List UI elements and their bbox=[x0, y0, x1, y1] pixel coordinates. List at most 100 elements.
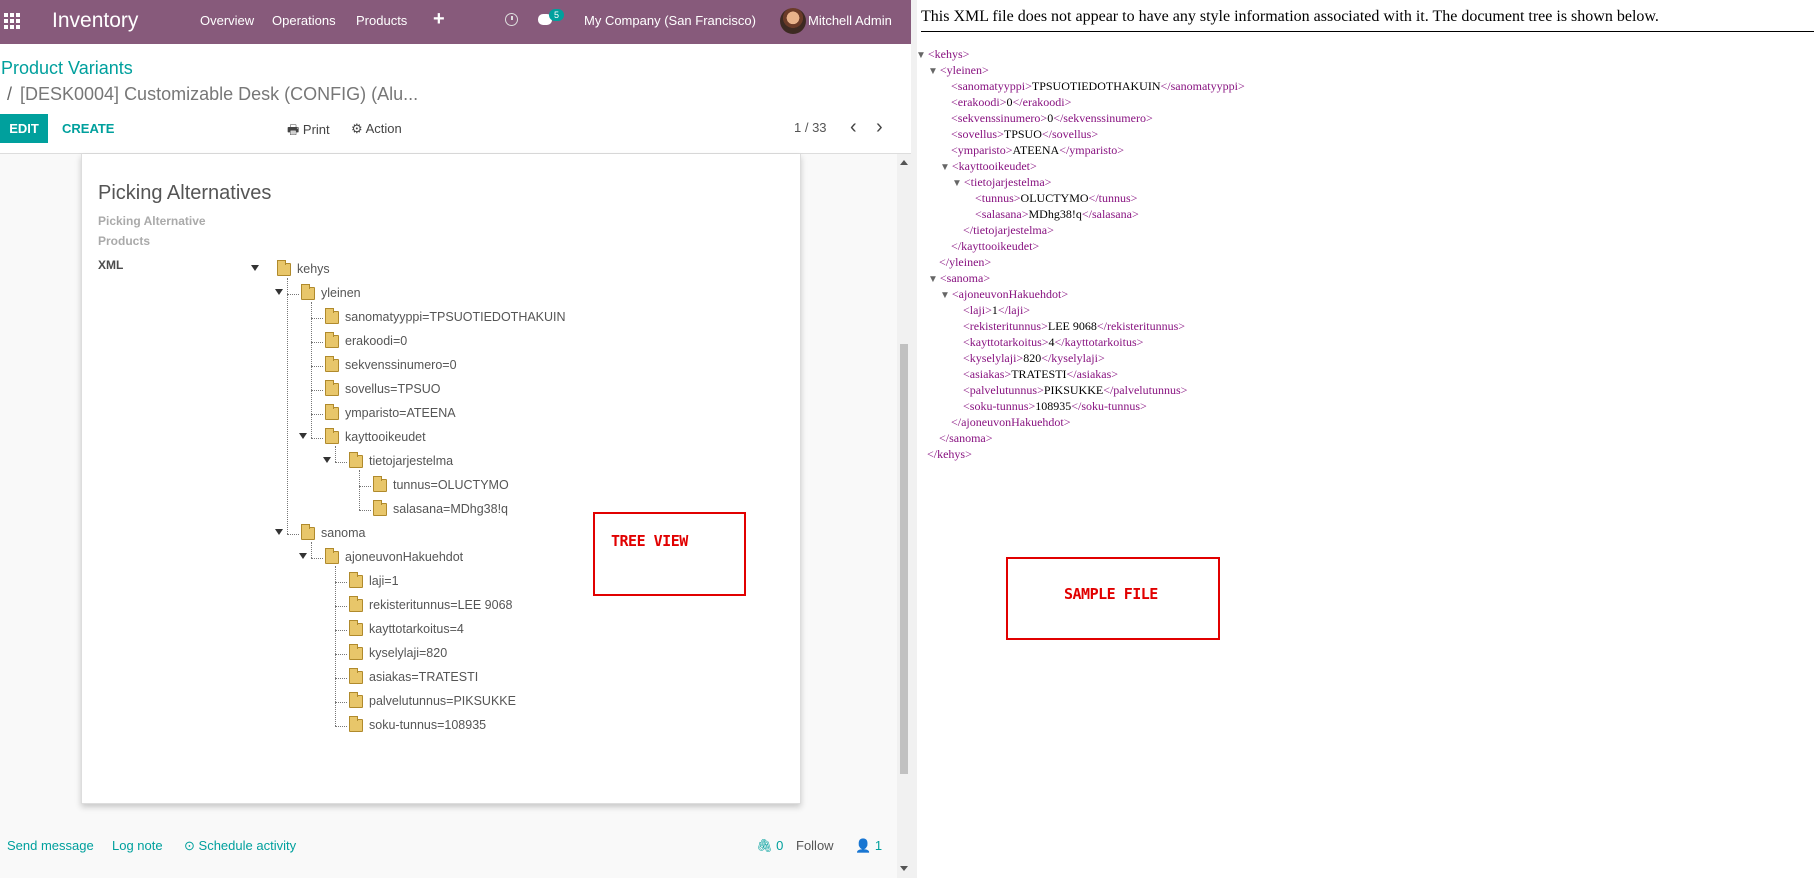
collapse-triangle-icon[interactable]: ▼ bbox=[940, 162, 950, 173]
xml-close-tag: </kyselylaji> bbox=[1041, 351, 1105, 365]
xml-line: <asiakas>TRATESTI</asiakas> bbox=[963, 367, 1118, 382]
xml-open-tag: <yleinen> bbox=[939, 63, 989, 77]
edit-button[interactable]: EDIT bbox=[0, 114, 48, 143]
menu-products[interactable]: Products bbox=[356, 13, 407, 28]
xml-open-tag: <kayttotarkoitus> bbox=[963, 335, 1049, 349]
xml-open-tag: <erakoodi> bbox=[951, 95, 1007, 109]
collapse-triangle-icon[interactable]: ▼ bbox=[952, 178, 962, 189]
xml-line: </sanoma> bbox=[939, 431, 993, 446]
print-button[interactable]: 🖶 Print bbox=[287, 121, 330, 143]
form-sheet: Picking Alternatives Picking Alternative… bbox=[81, 154, 801, 804]
tree-expand-toggle-icon[interactable] bbox=[299, 433, 307, 439]
xml-open-tag: <rekisteritunnus> bbox=[963, 319, 1048, 333]
tree-node-label: kayttooikeudet bbox=[345, 430, 426, 444]
xml-line: </kayttooikeudet> bbox=[951, 239, 1039, 254]
tree-expand-toggle-icon[interactable] bbox=[251, 265, 259, 271]
xml-line: <tunnus>OLUCTYMO</tunnus> bbox=[975, 191, 1137, 206]
user-menu[interactable]: Mitchell Admin bbox=[808, 13, 892, 28]
scrollbar-thumb[interactable] bbox=[900, 344, 908, 774]
user-icon: 👤 bbox=[855, 838, 872, 853]
collapse-triangle-icon[interactable]: ▼ bbox=[928, 66, 938, 77]
apps-grid-icon[interactable] bbox=[4, 13, 20, 29]
pager-value[interactable]: 1 / 33 bbox=[794, 120, 827, 135]
tree-expand-toggle-icon[interactable] bbox=[275, 289, 283, 295]
xml-open-tag: <salasana> bbox=[975, 207, 1029, 221]
folder-icon bbox=[349, 692, 363, 708]
attachments-button[interactable]: 🖇 0 bbox=[756, 838, 783, 854]
control-panel: Product Variants / [DESK0004] Customizab… bbox=[0, 44, 911, 154]
xml-line[interactable]: ▼ <sanoma> bbox=[928, 271, 990, 286]
tree-connector-line bbox=[335, 582, 347, 583]
xml-close-tag: </ymparisto> bbox=[1059, 143, 1125, 157]
tree-node-label: asiakas=TRATESTI bbox=[369, 670, 479, 684]
tree-connector-line bbox=[335, 606, 347, 607]
xml-close-tag: </salasana> bbox=[1081, 207, 1139, 221]
app-brand[interactable]: Inventory bbox=[52, 9, 138, 33]
follow-button[interactable]: Follow bbox=[796, 838, 834, 853]
breadcrumb-parent[interactable]: Product Variants bbox=[1, 58, 133, 79]
xml-line[interactable]: ▼ <kayttooikeudet> bbox=[940, 159, 1037, 174]
xml-open-tag: <ymparisto> bbox=[951, 143, 1013, 157]
xml-open-tag: <sanomatyyppi> bbox=[951, 79, 1032, 93]
annotation-tree-view-label: TREE VIEW bbox=[611, 532, 688, 550]
clock-icon: ⊙ bbox=[184, 838, 195, 853]
menu-overview[interactable]: Overview bbox=[200, 13, 254, 28]
action-button[interactable]: ⚙ Action bbox=[351, 121, 402, 137]
tree-expand-toggle-icon[interactable] bbox=[299, 553, 307, 559]
printer-icon: 🖶 bbox=[287, 122, 300, 137]
collapse-triangle-icon[interactable]: ▼ bbox=[940, 290, 950, 301]
xml-line[interactable]: ▼ <yleinen> bbox=[928, 63, 989, 78]
xml-line: <rekisteritunnus>LEE 9068</rekisteritunn… bbox=[963, 319, 1185, 334]
tree-expand-toggle-icon[interactable] bbox=[275, 529, 283, 535]
xml-line[interactable]: ▼ <tietojarjestelma> bbox=[952, 175, 1051, 190]
xml-line[interactable]: ▼ <ajoneuvonHakuehdot> bbox=[940, 287, 1068, 302]
scroll-up-icon[interactable] bbox=[900, 160, 908, 165]
collapse-triangle-icon[interactable]: ▼ bbox=[928, 274, 938, 285]
xml-line: </tietojarjestelma> bbox=[963, 223, 1054, 238]
folder-icon bbox=[349, 452, 363, 468]
xml-line: <ymparisto>ATEENA</ymparisto> bbox=[951, 143, 1124, 158]
xml-close-tag: </rekisteritunnus> bbox=[1096, 319, 1186, 333]
tree-connector-line bbox=[335, 702, 347, 703]
folder-icon bbox=[373, 500, 387, 516]
company-switcher[interactable]: My Company (San Francisco) bbox=[584, 13, 756, 28]
xml-open-tag: <sovellus> bbox=[951, 127, 1004, 141]
folder-icon bbox=[325, 332, 339, 348]
folder-icon bbox=[325, 404, 339, 420]
tree-node-label: ajoneuvonHakuehdot bbox=[345, 550, 464, 564]
xml-text-value: OLUCTYMO bbox=[1020, 191, 1089, 205]
log-note-button[interactable]: Log note bbox=[112, 838, 163, 853]
quick-create-plus-icon[interactable]: + bbox=[433, 8, 445, 31]
vertical-scrollbar[interactable] bbox=[897, 154, 911, 878]
pager-next-icon[interactable]: › bbox=[876, 116, 883, 139]
tree-expand-toggle-icon[interactable] bbox=[323, 457, 331, 463]
user-avatar[interactable] bbox=[780, 8, 806, 34]
tree-node-label: salasana=MDhg38!q bbox=[393, 502, 509, 516]
followers-button[interactable]: 👤 1 bbox=[855, 838, 882, 854]
menu-operations[interactable]: Operations bbox=[272, 13, 336, 28]
schedule-activity-button[interactable]: ⊙ Schedule activity bbox=[184, 838, 296, 854]
send-message-button[interactable]: Send message bbox=[7, 838, 94, 853]
xml-text-value: MDhg38!q bbox=[1028, 207, 1082, 221]
pager-prev-icon[interactable]: ‹ bbox=[850, 116, 857, 139]
create-button[interactable]: CREATE bbox=[62, 121, 114, 136]
tree-guide-line bbox=[335, 566, 336, 726]
activity-clock-icon[interactable] bbox=[505, 13, 518, 26]
xml-open-tag: <palvelutunnus> bbox=[963, 383, 1044, 397]
xml-open-tag: <sekvenssinumero> bbox=[951, 111, 1048, 125]
xml-line[interactable]: ▼ <kehys> bbox=[916, 47, 969, 62]
xml-open-tag: <kayttooikeudet> bbox=[951, 159, 1037, 173]
action-label: Action bbox=[365, 121, 402, 136]
folder-icon bbox=[325, 356, 339, 372]
annotation-tree-view: TREE VIEW bbox=[593, 512, 746, 596]
xml-open-tag: <laji> bbox=[963, 303, 992, 317]
xml-open-tag: <tunnus> bbox=[975, 191, 1021, 205]
xml-close-tag: </kayttotarkoitus> bbox=[1054, 335, 1144, 349]
annotation-sample-file: SAMPLE FILE bbox=[1006, 557, 1220, 640]
xml-text-value: 820 bbox=[1023, 351, 1042, 365]
xml-text-value: 108935 bbox=[1035, 399, 1072, 413]
tree-node-label: laji=1 bbox=[369, 574, 399, 588]
scroll-down-icon[interactable] bbox=[900, 866, 908, 871]
collapse-triangle-icon[interactable]: ▼ bbox=[916, 50, 926, 61]
tree-node-label: yleinen bbox=[321, 286, 361, 300]
